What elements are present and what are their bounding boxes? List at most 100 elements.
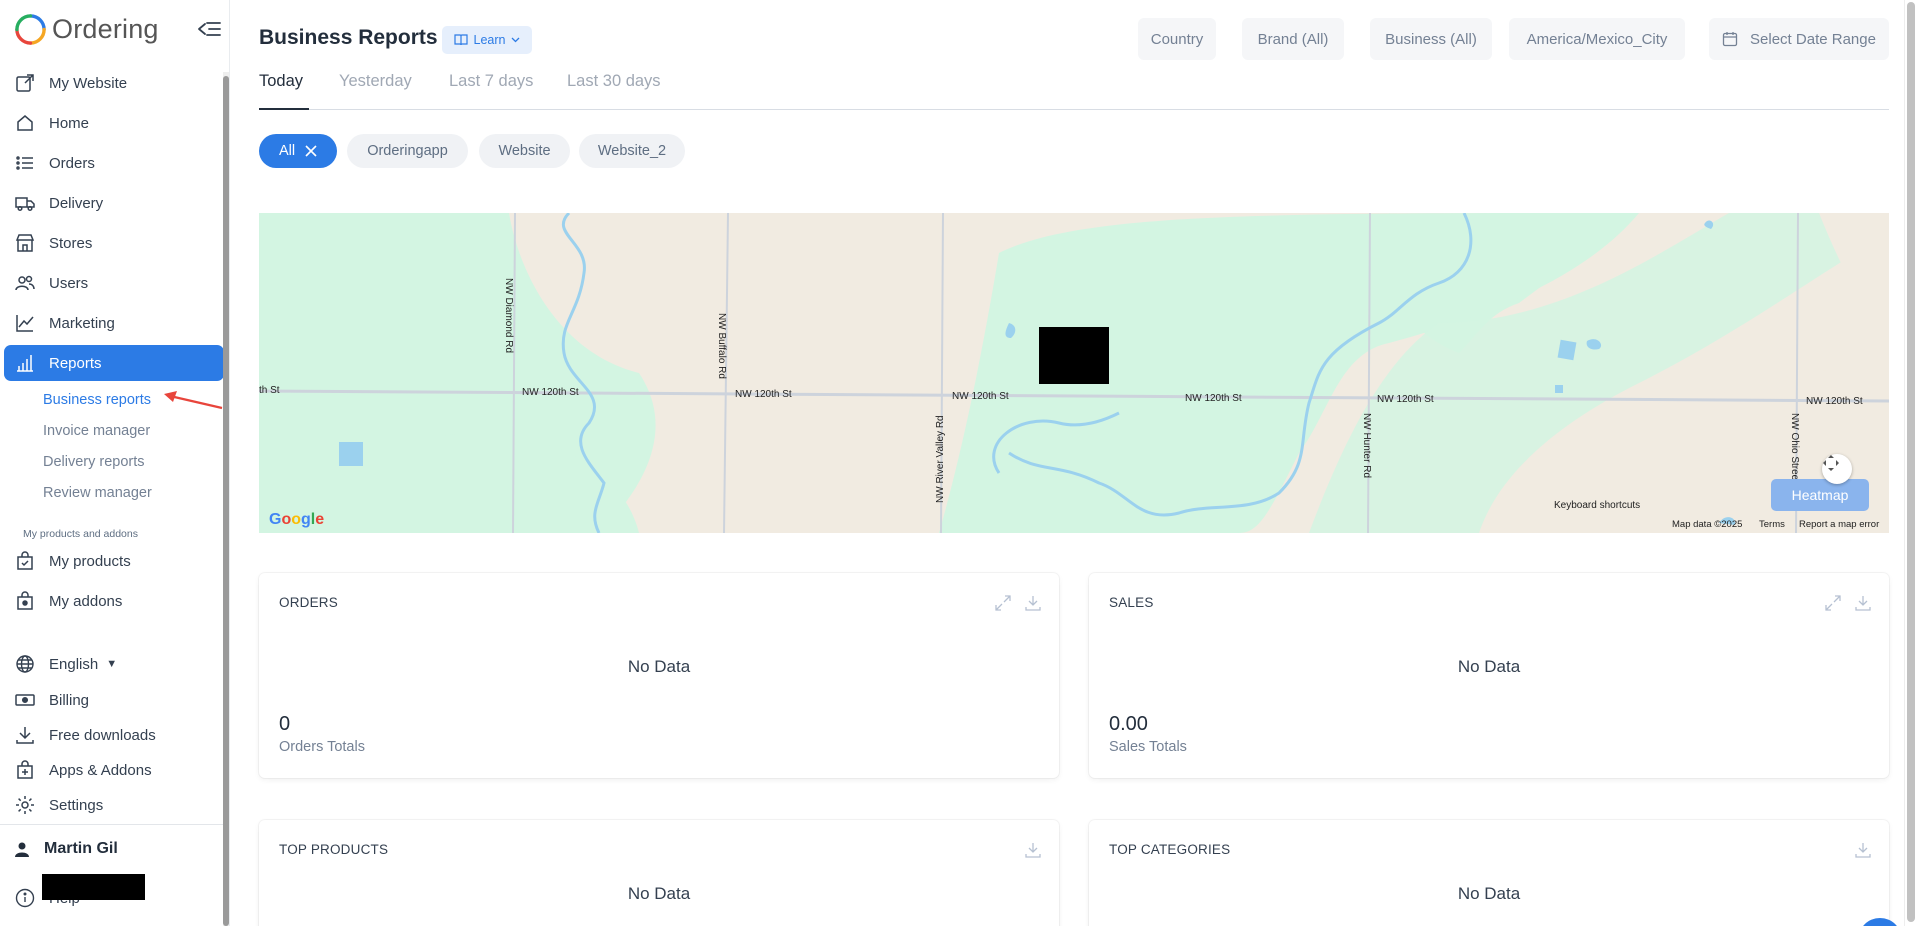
store-icon — [14, 232, 36, 254]
download-icon[interactable] — [1855, 595, 1871, 611]
card-title: TOP CATEGORIES — [1109, 842, 1231, 857]
expand-icon[interactable] — [1825, 595, 1841, 611]
download-icon[interactable] — [1025, 842, 1041, 858]
chevron-down-icon — [511, 37, 520, 43]
chip-all[interactable]: All — [259, 134, 337, 168]
annotation-arrow — [164, 391, 223, 410]
subitem-invoice-manager[interactable]: Invoice manager — [43, 423, 150, 439]
filter-country[interactable]: Country — [1138, 18, 1216, 60]
tab-yesterday[interactable]: Yesterday — [339, 72, 412, 110]
street-label: NW Buffalo Rd — [716, 313, 727, 379]
language-selector[interactable]: English ▼ — [4, 646, 224, 682]
sidebar-item-label: Home — [49, 114, 90, 132]
card-title: SALES — [1109, 595, 1154, 610]
tab-today[interactable]: Today — [259, 72, 309, 110]
sidebar-scrollbar-thumb[interactable] — [223, 76, 229, 926]
heatmap-button[interactable]: Heatmap — [1771, 479, 1869, 511]
filter-timezone[interactable]: America/Mexico_City — [1509, 18, 1685, 60]
street-label: NW 120th St — [952, 391, 1009, 402]
sidebar-item-marketing[interactable]: Marketing — [4, 305, 224, 341]
map-canvas — [259, 213, 1889, 533]
page-scrollbar-thumb[interactable] — [1907, 2, 1915, 922]
orders-total-label: Orders Totals — [279, 739, 365, 755]
sidebar-item-label: My Website — [49, 74, 128, 92]
terms-link[interactable]: Terms — [1759, 519, 1785, 530]
street-label: NW 120th St — [1806, 396, 1863, 407]
collapse-sidebar-button[interactable] — [196, 18, 222, 40]
sidebar-item-billing[interactable]: Billing — [4, 682, 224, 718]
download-icon — [14, 724, 36, 746]
google-logo: Google — [269, 511, 325, 528]
user-profile[interactable]: Martin Gil — [14, 840, 118, 858]
info-icon — [14, 887, 36, 909]
chip-orderingapp[interactable]: Orderingapp — [347, 134, 468, 168]
chip-website[interactable]: Website — [479, 134, 570, 168]
sidebar-item-label: Marketing — [49, 314, 115, 332]
chip-label: All — [278, 143, 296, 159]
card-title: ORDERS — [279, 595, 338, 610]
sidebar-item-label: Free downloads — [49, 726, 156, 744]
report-map-error-link[interactable]: Report a map error — [1799, 519, 1879, 530]
download-icon[interactable] — [1855, 842, 1871, 858]
fullscreen-icon — [1823, 455, 1839, 471]
street-label: NW 120th St — [1185, 393, 1242, 404]
sidebar-item-reports[interactable]: Reports — [4, 345, 224, 381]
sidebar-item-stores[interactable]: Stores — [4, 225, 224, 261]
bag-icon — [14, 590, 36, 612]
subitem-review-manager[interactable]: Review manager — [43, 485, 152, 501]
top-products-card: TOP PRODUCTS No Data — [259, 820, 1059, 926]
fullscreen-button[interactable] — [1822, 454, 1852, 484]
chip-website-2[interactable]: Website_2 — [579, 134, 685, 168]
sidebar-item-my-products[interactable]: My products — [4, 543, 224, 579]
orders-total-value: 0 — [279, 713, 291, 735]
street-label: NW 120th St — [1377, 394, 1434, 405]
sidebar-item-free-downloads[interactable]: Free downloads — [4, 717, 224, 753]
street-label: NW Diamond Rd — [503, 278, 514, 354]
street-label: th St — [259, 385, 280, 396]
brand[interactable]: Ordering — [14, 12, 159, 46]
tab-last-30-days[interactable]: Last 30 days — [567, 72, 661, 110]
learn-label: Learn — [473, 33, 506, 47]
orders-card: ORDERS No Data 0 Orders Totals — [259, 573, 1059, 778]
filter-business[interactable]: Business (All) — [1370, 18, 1492, 60]
orders-map[interactable]: th St NW 120th St NW 120th St NW 120th S… — [259, 213, 1889, 533]
street-label: NW Hunter Rd — [1361, 413, 1372, 479]
globe-icon — [14, 653, 36, 675]
caret-down-icon: ▼ — [106, 658, 118, 670]
card-actions — [1025, 842, 1041, 858]
learn-button[interactable]: Learn — [442, 26, 532, 54]
sidebar-item-home[interactable]: Home — [4, 105, 224, 141]
tab-last-7-days[interactable]: Last 7 days — [449, 72, 533, 110]
expand-icon[interactable] — [995, 595, 1011, 611]
bag-plus-icon — [14, 759, 36, 781]
divider — [0, 824, 224, 825]
sidebar-item-users[interactable]: Users — [4, 265, 224, 301]
sidebar-item-my-addons[interactable]: My addons — [4, 583, 224, 619]
top-categories-card: TOP CATEGORIES No Data — [1089, 820, 1889, 926]
bar-chart-icon — [14, 352, 36, 374]
card-actions — [1825, 595, 1871, 611]
sidebar-item-label: Settings — [49, 796, 104, 814]
sidebar-item-delivery[interactable]: Delivery — [4, 185, 224, 221]
filter-brand[interactable]: Brand (All) — [1242, 18, 1344, 60]
sales-total-value: 0.00 — [1109, 713, 1148, 735]
page-scrollbar-track[interactable] — [1904, 0, 1918, 926]
download-icon[interactable] — [1025, 595, 1041, 611]
language-label: English — [49, 655, 99, 673]
sidebar-item-my-website[interactable]: My Website — [4, 65, 224, 101]
keyboard-shortcuts-link[interactable]: Keyboard shortcuts — [1554, 500, 1640, 511]
collapse-menu-icon — [198, 22, 221, 36]
subitem-business-reports[interactable]: Business reports — [43, 392, 151, 408]
sidebar-item-settings[interactable]: Settings — [4, 787, 224, 823]
no-data-label: No Data — [1457, 657, 1521, 676]
sidebar-item-apps-addons[interactable]: Apps & Addons — [4, 752, 224, 788]
sidebar-item-label: Reports — [49, 354, 102, 372]
calendar-icon — [1722, 31, 1738, 47]
street-label: NW River Valley Rd — [935, 415, 946, 503]
brand-name: Ordering — [52, 13, 159, 44]
date-range-picker[interactable]: Select Date Range — [1709, 18, 1889, 60]
sidebar: Ordering My Website Home Orders Delivery… — [0, 0, 230, 926]
sidebar-item-orders[interactable]: Orders — [4, 145, 224, 181]
sidebar-item-label: Apps & Addons — [49, 761, 152, 779]
subitem-delivery-reports[interactable]: Delivery reports — [43, 454, 145, 470]
